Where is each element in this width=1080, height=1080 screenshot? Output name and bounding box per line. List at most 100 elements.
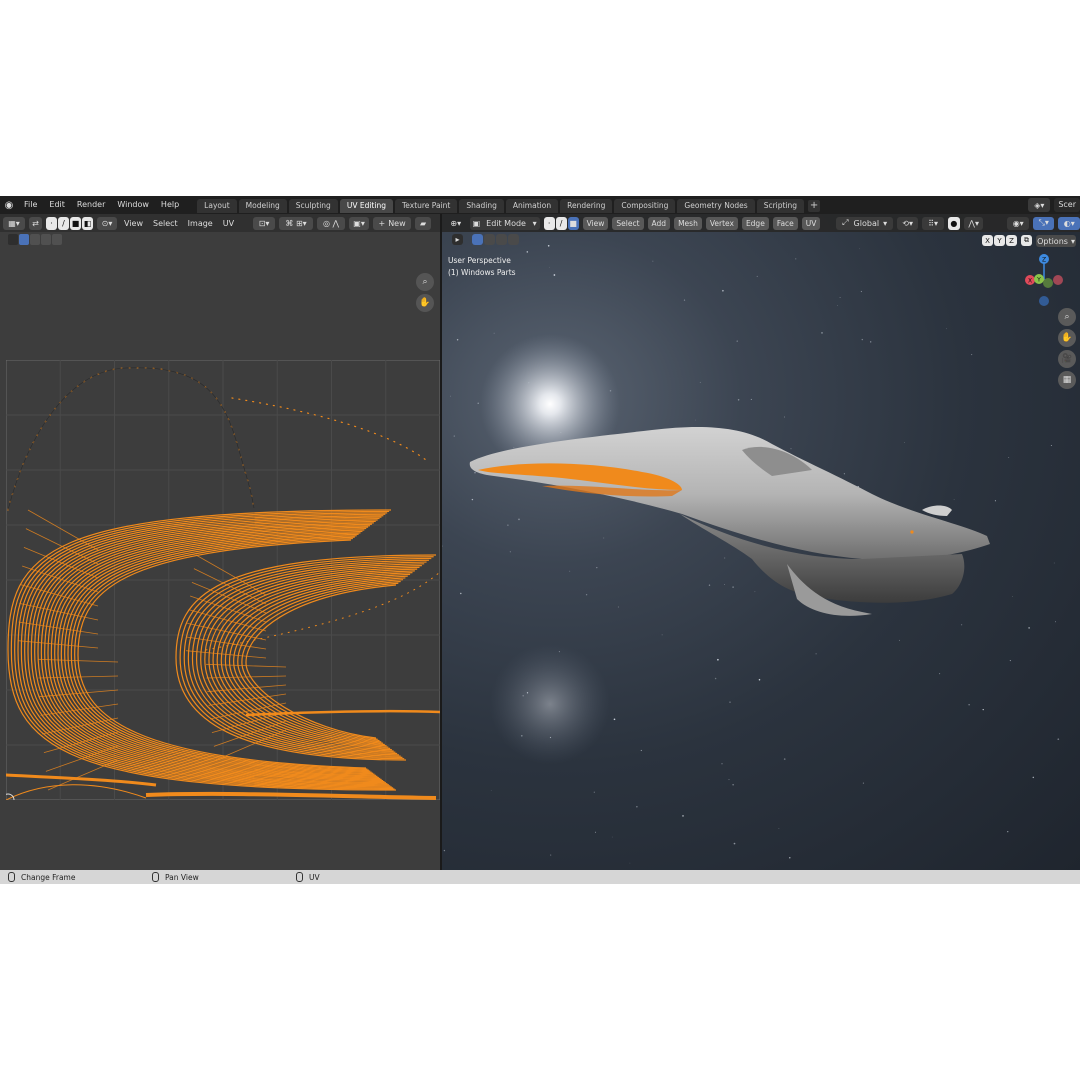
sticky-select-icon[interactable]: ⊙▾ [97, 216, 117, 230]
uv-menu-view[interactable]: View [121, 219, 146, 228]
select-subtract-icon[interactable] [41, 234, 51, 245]
axis-z-toggle[interactable]: Z [1006, 235, 1017, 246]
vp-menu-add[interactable]: Add [647, 216, 671, 230]
gizmo-toggle-icon[interactable]: ⤡▾ [1032, 216, 1055, 230]
tab-compositing[interactable]: Compositing [614, 199, 676, 213]
editor-type-icon[interactable]: ▦▾ [3, 216, 25, 230]
menu-edit[interactable]: Edit [43, 196, 71, 214]
options-label: Options [1037, 236, 1068, 246]
snap-toggle-icon[interactable]: ⠿▾ [922, 216, 944, 230]
face-mode-icon[interactable]: ■ [567, 216, 579, 230]
select-invert-icon[interactable] [508, 234, 519, 245]
star [553, 274, 556, 276]
uv-menu-uv[interactable]: UV [220, 219, 237, 228]
edge-mode-icon[interactable]: / [555, 216, 567, 230]
vp-menu-select[interactable]: Select [612, 216, 644, 230]
proportional-edit-icon[interactable]: ◎ ⋀ [317, 216, 346, 230]
select-subtract-icon[interactable] [496, 234, 507, 245]
uv-menu-image[interactable]: Image [185, 219, 216, 228]
pivot-icon[interactable]: ⊡▾ [253, 216, 276, 230]
uv-zoom-icon[interactable]: ⌕ [416, 273, 434, 291]
tool-arrow-icon[interactable]: ▸ [452, 234, 463, 245]
snap-icon[interactable]: ⌘ ⊞▾ [279, 216, 314, 230]
ortho-grid-icon[interactable]: ▦ [1058, 371, 1076, 389]
uv-pan-hand-icon[interactable]: ✋ [416, 294, 434, 312]
visibility-icon[interactable]: ◉▾ [1007, 216, 1029, 230]
uv-grid-canvas[interactable] [6, 360, 440, 800]
star [724, 584, 726, 586]
tab-sculpting[interactable]: Sculpting [288, 199, 338, 213]
tool-arrow-icon[interactable] [8, 234, 18, 245]
tab-modeling[interactable]: Modeling [238, 199, 287, 213]
star [594, 831, 596, 833]
tab-shading[interactable]: Shading [459, 199, 504, 213]
select-box-icon[interactable] [19, 234, 29, 245]
uv-menu-select[interactable]: Select [150, 219, 181, 228]
vp-menu-view[interactable]: View [582, 216, 609, 230]
vp-menu-edge[interactable]: Edge [741, 216, 769, 230]
vertex-select-icon[interactable]: · [46, 216, 57, 230]
tab-texture-paint[interactable]: Texture Paint [394, 199, 458, 213]
sync-selection-icon[interactable]: ⇄ [29, 216, 42, 230]
scene-name[interactable]: Scer [1054, 198, 1080, 212]
star [490, 789, 492, 791]
vp-menu-uv[interactable]: UV [801, 216, 821, 230]
navigation-gizmo[interactable]: Z X Y [1010, 250, 1080, 314]
star [861, 338, 864, 341]
proportional-icon[interactable]: ● [947, 216, 960, 230]
mouse-right-icon [296, 872, 303, 882]
options-dropdown[interactable]: Options ▾ [1036, 235, 1076, 247]
camera-view-icon[interactable]: 🎥 [1058, 350, 1076, 368]
gizmo-neg-z-axis[interactable] [1039, 296, 1049, 306]
view-name-label: User Perspective [448, 256, 511, 265]
star [783, 758, 786, 760]
select-extend-icon[interactable] [30, 234, 40, 245]
viewport-editor-type-icon[interactable]: ⊕▾ [446, 217, 466, 230]
gizmo-neg-x-axis[interactable] [1053, 275, 1063, 285]
island-select-icon[interactable]: ◧ [82, 216, 93, 230]
transform-orientation-dropdown[interactable]: ⤢ Global ▾ [836, 216, 893, 230]
face-select-icon[interactable]: ■ [70, 216, 81, 230]
overlay-toggle-icon[interactable]: ◐▾ [1058, 216, 1080, 230]
axis-y-toggle[interactable]: Y [994, 235, 1005, 246]
star [898, 639, 900, 641]
star [750, 398, 752, 400]
open-image-icon[interactable]: ▰ [415, 216, 432, 230]
falloff-icon[interactable]: ⋀▾ [963, 216, 984, 230]
mode-selector[interactable]: ▣ Edit Mode ▾ [469, 216, 540, 230]
select-extend-icon[interactable] [484, 234, 495, 245]
tab-rendering[interactable]: Rendering [560, 199, 613, 213]
star [450, 395, 451, 397]
viewport-pan-hand-icon[interactable]: ✋ [1058, 329, 1076, 347]
vp-menu-face[interactable]: Face [772, 216, 798, 230]
axis-x-toggle[interactable]: X [982, 235, 993, 246]
star [758, 678, 761, 681]
menu-window[interactable]: Window [111, 196, 155, 214]
pivot-point-icon[interactable]: ⟲▾ [896, 216, 919, 230]
mesh-symmetry-icon[interactable]: ⧉ [1021, 235, 1032, 246]
viewport-zoom-icon[interactable]: ⌕ [1058, 308, 1076, 326]
vp-menu-vertex[interactable]: Vertex [705, 216, 738, 230]
select-box-icon[interactable] [472, 234, 483, 245]
blender-logo-icon[interactable]: ◉ [0, 196, 18, 214]
edge-select-icon[interactable]: / [58, 216, 69, 230]
add-workspace-button[interactable]: + [808, 200, 821, 212]
gizmo-neg-y-axis[interactable] [1043, 278, 1053, 288]
select-invert-icon[interactable] [52, 234, 62, 245]
menu-file[interactable]: File [18, 196, 43, 214]
tab-layout[interactable]: Layout [197, 199, 237, 213]
image-browse-icon[interactable]: ▣▾ [349, 216, 370, 230]
menu-help[interactable]: Help [155, 196, 185, 214]
tab-scripting[interactable]: Scripting [756, 199, 805, 213]
tab-uv-editing[interactable]: UV Editing [339, 199, 393, 213]
3d-viewport[interactable]: ⊕▾ ▣ Edit Mode ▾ · / ■ View Select Add M… [442, 214, 1080, 870]
tab-animation[interactable]: Animation [505, 199, 559, 213]
vp-menu-mesh[interactable]: Mesh [674, 216, 702, 230]
menu-render[interactable]: Render [71, 196, 111, 214]
vertex-mode-icon[interactable]: · [543, 216, 555, 230]
scene-icon[interactable]: ◈▾ [1028, 198, 1051, 212]
new-image-button[interactable]: + New [373, 216, 412, 230]
star [1032, 776, 1035, 779]
star [652, 260, 654, 262]
tab-geometry-nodes[interactable]: Geometry Nodes [677, 199, 755, 213]
